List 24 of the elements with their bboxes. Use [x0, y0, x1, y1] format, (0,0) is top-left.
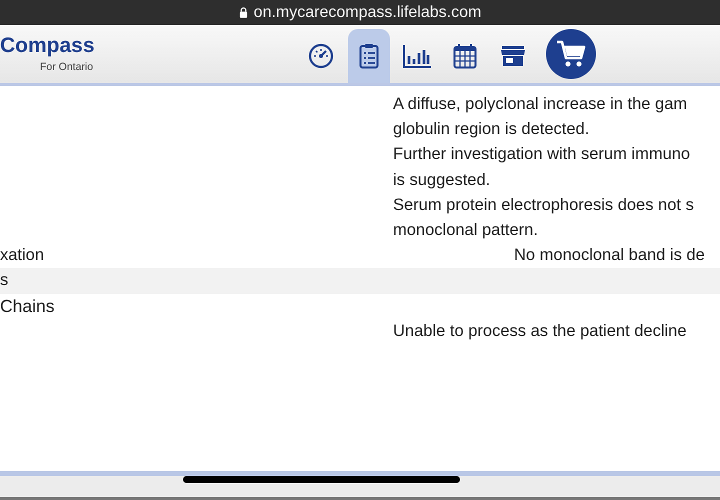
result-text: globulin region is detected.	[393, 119, 590, 140]
lock-icon	[238, 7, 248, 18]
result-text: monoclonal pattern.	[393, 220, 539, 242]
address-bar[interactable]: on.mycarecompass.lifelabs.com	[0, 0, 720, 25]
clipboard-icon	[359, 43, 379, 69]
bar-chart-icon	[403, 44, 431, 68]
result-text: A diffuse, polyclonal increase in the gam	[393, 94, 688, 115]
result-text: No monoclonal band is de	[514, 245, 706, 266]
result-text: is suggested.	[393, 170, 492, 191]
logo-subtitle: For Ontario	[40, 61, 94, 73]
result-text: Further investigation with serum immuno	[393, 144, 692, 166]
logo-text: Compass	[0, 35, 95, 57]
result-text: Serum protein electrophoresis does not s	[393, 194, 695, 216]
test-name: xation	[0, 246, 44, 264]
store-icon	[501, 45, 525, 67]
result-text: Unable to process as the patient decline	[393, 320, 688, 342]
calendar-icon	[453, 43, 477, 69]
nav-tab[interactable]	[348, 29, 390, 83]
test-name: Chains	[0, 296, 54, 316]
gauge-icon	[308, 43, 334, 69]
cart-button[interactable]	[546, 29, 596, 79]
test-name: s	[0, 271, 8, 290]
cart-icon	[556, 40, 586, 68]
url-text: on.mycarecompass.lifelabs.com	[254, 4, 482, 22]
